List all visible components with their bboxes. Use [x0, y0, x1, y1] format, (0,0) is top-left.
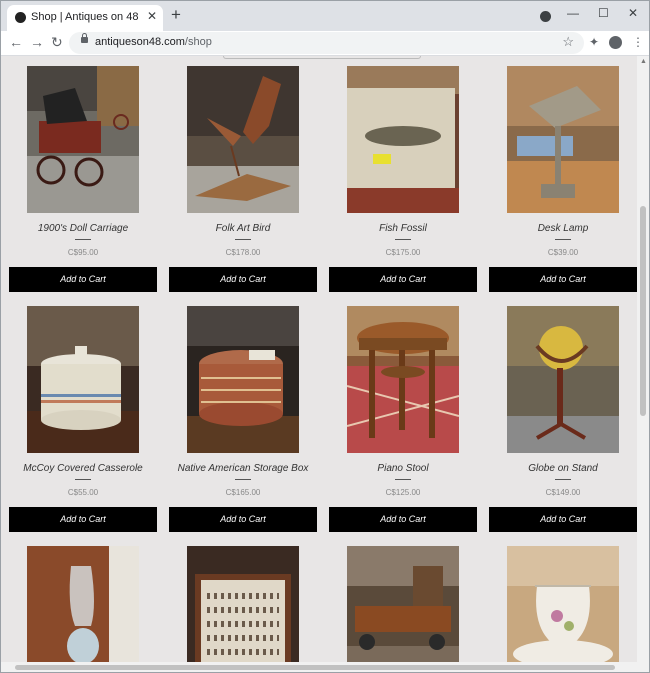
- product-price: C$165.00: [225, 488, 261, 497]
- product-image[interactable]: [27, 306, 139, 453]
- lock-icon[interactable]: [81, 33, 88, 43]
- address-bar[interactable]: antiqueson48.com/shop ☆: [69, 32, 584, 54]
- back-button[interactable]: ←: [9, 34, 23, 50]
- product-image[interactable]: [507, 306, 619, 453]
- bookmark-star-icon[interactable]: ☆: [562, 34, 574, 50]
- tab-title: Shop | Antiques on 48: [31, 11, 139, 23]
- tab-strip: Shop | Antiques on 48 ✕ + — ☐ ✕: [1, 1, 649, 31]
- product-image[interactable]: [347, 306, 459, 453]
- extensions-icon[interactable]: ✦: [589, 35, 599, 49]
- add-to-cart-button[interactable]: Add to Cart: [329, 267, 477, 292]
- divider: [235, 239, 251, 240]
- product-image[interactable]: [187, 306, 299, 453]
- url-text[interactable]: antiqueson48.com/shop: [95, 36, 212, 48]
- product-name[interactable]: Native American Storage Box: [169, 463, 317, 474]
- scrollbar-thumb[interactable]: [640, 206, 646, 416]
- add-to-cart-button[interactable]: Add to Cart: [329, 507, 477, 532]
- product-price: C$39.00: [547, 248, 579, 257]
- product-price: C$125.00: [385, 488, 421, 497]
- add-to-cart-button[interactable]: Add to Cart: [489, 267, 637, 292]
- product-name[interactable]: Globe on Stand: [489, 463, 637, 474]
- reload-button[interactable]: ↻: [51, 34, 63, 50]
- product-image[interactable]: [27, 66, 139, 213]
- divider: [75, 479, 91, 480]
- add-to-cart-button[interactable]: Add to Cart: [169, 267, 317, 292]
- product-price: C$95.00: [67, 248, 99, 257]
- divider: [75, 239, 91, 240]
- page-viewport: 1900's Doll Carriage C$95.00 Add to Cart…: [1, 56, 649, 672]
- browser-window: Shop | Antiques on 48 ✕ + — ☐ ✕ ← → ↻ an…: [0, 0, 650, 673]
- add-to-cart-button[interactable]: Add to Cart: [9, 267, 157, 292]
- browser-tab[interactable]: Shop | Antiques on 48 ✕: [7, 5, 163, 31]
- product-name[interactable]: Folk Art Bird: [169, 223, 317, 234]
- product-price: C$55.00: [67, 488, 99, 497]
- product-price: C$178.00: [225, 248, 261, 257]
- product-name[interactable]: McCoy Covered Casserole: [9, 463, 157, 474]
- forward-button[interactable]: →: [30, 34, 44, 50]
- window-close-button[interactable]: ✕: [628, 6, 638, 20]
- add-to-cart-button[interactable]: Add to Cart: [489, 507, 637, 532]
- site-favicon-icon: [15, 12, 26, 23]
- maximize-button[interactable]: ☐: [598, 6, 609, 20]
- search-field-edge: [223, 56, 421, 59]
- minimize-button[interactable]: —: [567, 6, 579, 20]
- divider: [555, 239, 571, 240]
- divider: [395, 479, 411, 480]
- browser-menu-icon[interactable]: ⋮: [632, 35, 644, 49]
- divider: [235, 479, 251, 480]
- product-image[interactable]: [347, 546, 459, 672]
- scroll-up-arrow-icon[interactable]: ▲: [640, 58, 647, 65]
- divider: [555, 479, 571, 480]
- avatar[interactable]: [609, 36, 622, 49]
- product-image[interactable]: [187, 66, 299, 213]
- product-price: C$149.00: [545, 488, 581, 497]
- product-name[interactable]: Desk Lamp: [489, 223, 637, 234]
- browser-toolbar: ← → ↻ antiqueson48.com/shop ☆ ✦ ⋮: [1, 31, 649, 56]
- url-host: antiqueson48.com: [95, 36, 185, 48]
- product-name[interactable]: Fish Fossil: [329, 223, 477, 234]
- profile-indicator-icon[interactable]: [540, 11, 551, 22]
- product-image[interactable]: [507, 66, 619, 213]
- add-to-cart-button[interactable]: Add to Cart: [169, 507, 317, 532]
- tab-close-icon[interactable]: ✕: [147, 9, 157, 23]
- url-path: /shop: [184, 36, 212, 48]
- product-price: C$175.00: [385, 248, 421, 257]
- horizontal-scrollbar[interactable]: [1, 662, 637, 672]
- product-image[interactable]: [27, 546, 139, 672]
- product-image[interactable]: [507, 546, 619, 672]
- product-name[interactable]: Piano Stool: [329, 463, 477, 474]
- horizontal-scrollbar-thumb[interactable]: [15, 665, 615, 670]
- product-name[interactable]: 1900's Doll Carriage: [9, 223, 157, 234]
- product-image[interactable]: [187, 546, 299, 672]
- product-image[interactable]: [347, 66, 459, 213]
- divider: [395, 239, 411, 240]
- vertical-scrollbar[interactable]: ▲: [637, 56, 649, 672]
- add-to-cart-button[interactable]: Add to Cart: [9, 507, 157, 532]
- new-tab-button[interactable]: +: [171, 6, 181, 24]
